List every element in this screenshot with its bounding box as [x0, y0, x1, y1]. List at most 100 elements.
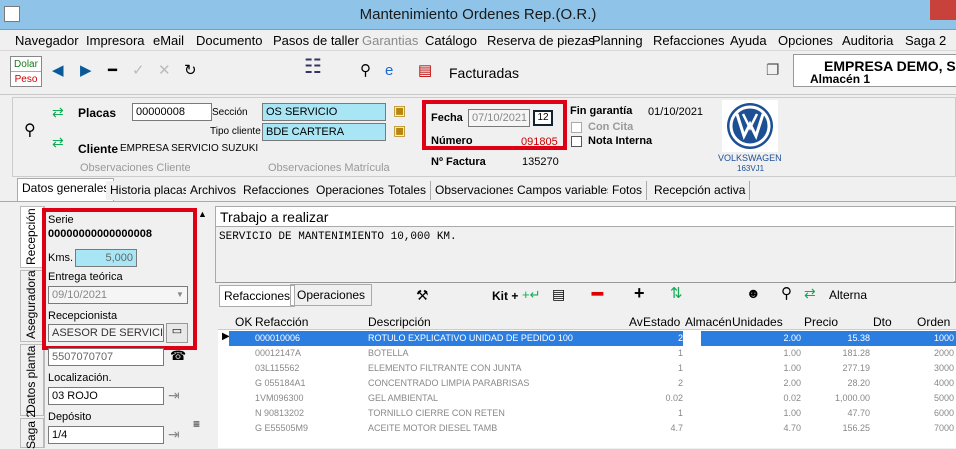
- col-estado[interactable]: Estado: [643, 315, 680, 329]
- currency-switch[interactable]: Dolar Peso: [10, 56, 42, 87]
- placas-icon[interactable]: ⇄: [52, 104, 64, 121]
- vtab-datos-planta[interactable]: Datos planta: [20, 344, 44, 416]
- vtab-aseguradora[interactable]: Aseguradora: [20, 270, 44, 342]
- phone-input[interactable]: 5507070707: [48, 348, 164, 366]
- menu-impresora[interactable]: Impresora: [86, 33, 145, 48]
- menu-ayuda[interactable]: Ayuda: [730, 33, 767, 48]
- tab-recepcion-activa[interactable]: Recepción activa: [650, 181, 751, 200]
- menu-catalogo[interactable]: Catálogo: [425, 33, 477, 48]
- menu-email[interactable]: eMail: [153, 33, 184, 48]
- col-av[interactable]: Av: [629, 315, 643, 329]
- menu-opciones[interactable]: Opciones: [778, 33, 833, 48]
- search-icon[interactable]: ⚲: [781, 284, 792, 302]
- col-descripcion[interactable]: Descripción: [368, 315, 431, 329]
- deposito-input[interactable]: 1/4: [48, 426, 164, 444]
- tipo-cliente-lookup-icon[interactable]: ▣: [393, 122, 406, 139]
- peso-option[interactable]: Peso: [11, 72, 41, 87]
- alterna-button[interactable]: Alterna: [829, 288, 867, 302]
- dolar-option[interactable]: Dolar: [11, 57, 41, 72]
- table-row[interactable]: 03L115562 ELEMENTO FILTRANTE CON JUNTA 1 1.…: [229, 361, 956, 376]
- kit-button[interactable]: Kit +: [492, 289, 518, 303]
- tab-datos-generales[interactable]: Datos generales: [17, 178, 115, 201]
- almacen-cell-editor[interactable]: [683, 331, 701, 346]
- subtab-operaciones[interactable]: Operaciones: [290, 284, 373, 306]
- tipo-cliente-input[interactable]: BDE CARTERA: [262, 123, 386, 141]
- col-unidades[interactable]: Unidades: [732, 315, 783, 329]
- phone-icon[interactable]: ☎: [170, 348, 186, 364]
- close-button[interactable]: [930, 0, 956, 20]
- subtab-refacciones[interactable]: Refacciones: [219, 285, 296, 307]
- obs-cliente-button[interactable]: Observaciones Cliente: [80, 162, 191, 174]
- tab-campos-variables[interactable]: Campos variables: [513, 181, 619, 200]
- cliente-icon[interactable]: ⇄: [52, 134, 64, 151]
- zoom-icon[interactable]: ⚲: [24, 120, 36, 140]
- table-row[interactable]: 1VM096300 GEL AMBIENTAL 0.02 0.02 1,000.00 50…: [229, 391, 956, 406]
- menu-refacciones[interactable]: Refacciones: [653, 33, 725, 48]
- table-row[interactable]: N 90813202 TORNILLO CIERRE CON RETEN 1 1.00…: [229, 406, 956, 421]
- menu-reserva-piezas[interactable]: Reserva de piezas: [487, 33, 595, 48]
- menu-auditoria[interactable]: Auditoria: [842, 33, 893, 48]
- refresh-icon[interactable]: ↻: [184, 62, 197, 80]
- menu-pasos-taller[interactable]: Pasos de taller: [273, 33, 359, 48]
- placas-input[interactable]: 00000008: [132, 103, 212, 121]
- menu-planning[interactable]: Planning: [592, 33, 643, 48]
- printer-icon[interactable]: ▤: [418, 62, 432, 80]
- col-orden[interactable]: Orden: [917, 315, 950, 329]
- table-row[interactable]: G 055184A1 CONCENTRADO LIMPIA PARABRISAS 2…: [229, 376, 956, 391]
- minus-icon[interactable]: ━: [108, 62, 117, 80]
- menu-lines-icon[interactable]: ≡: [193, 417, 200, 431]
- user-icon[interactable]: ☻: [746, 285, 761, 301]
- table-row[interactable]: G E55505M9 ACEITE MOTOR DIESEL TAMB 4.7 4.7…: [229, 421, 956, 436]
- internet-icon[interactable]: e: [385, 62, 393, 80]
- calendar-button[interactable]: 12: [533, 110, 553, 126]
- binoculars-icon[interactable]: ⚲: [360, 62, 371, 80]
- kit-add-icon[interactable]: +↵: [522, 287, 540, 303]
- localizacion-lookup-icon[interactable]: ⇥: [168, 387, 180, 404]
- tab-operaciones[interactable]: Operaciones: [312, 181, 390, 200]
- menu-saga2[interactable]: Saga 2: [905, 33, 946, 48]
- vtab-saga2[interactable]: Saga 2: [20, 411, 44, 449]
- tree-icon[interactable]: ☷: [304, 57, 322, 77]
- table-row[interactable]: 000010006 ROTULO EXPLICATIVO UNIDAD DE PE…: [229, 331, 956, 346]
- localizacion-input[interactable]: 03 ROJO: [48, 387, 164, 405]
- recepcionista-input[interactable]: ASESOR DE SERVICIO: [48, 324, 164, 342]
- tab-totales[interactable]: Totales: [384, 181, 432, 200]
- tab-archivos[interactable]: Archivos: [186, 181, 242, 200]
- print-icon[interactable]: ▤: [552, 286, 565, 303]
- seccion-input[interactable]: OS SERVICIO: [262, 103, 386, 121]
- col-ok[interactable]: OK: [235, 315, 252, 329]
- obs-matricula-button[interactable]: Observaciones Matrícula: [268, 162, 390, 174]
- recepcionista-lookup-button[interactable]: ▭: [166, 323, 188, 343]
- vtab-recepcion[interactable]: Recepción: [20, 206, 44, 268]
- tab-refacciones[interactable]: Refacciones: [239, 181, 315, 200]
- alterna-icon[interactable]: ⇄: [804, 285, 816, 302]
- tab-fotos[interactable]: Fotos: [608, 181, 648, 200]
- tab-observaciones[interactable]: Observaciones: [431, 181, 521, 200]
- menu-garantias[interactable]: Garantias: [362, 33, 418, 48]
- nota-interna-checkbox[interactable]: [571, 136, 582, 147]
- col-refaccion[interactable]: Refacción: [255, 315, 308, 329]
- table-row[interactable]: 00012147A BOTELLA 1 1.00 181.28 2000: [229, 346, 956, 361]
- arrow-right-icon[interactable]: ▶: [80, 62, 92, 80]
- deposito-lookup-icon[interactable]: ⇥: [168, 426, 180, 443]
- entrega-input[interactable]: 09/10/2021: [48, 286, 188, 304]
- transfer-icon[interactable]: ⇅: [670, 284, 683, 302]
- arrow-left-icon[interactable]: ◀: [52, 62, 64, 80]
- scroll-up-icon[interactable]: ▲: [198, 209, 208, 223]
- menu-documento[interactable]: Documento: [196, 33, 262, 48]
- chevron-down-icon[interactable]: ▼: [176, 290, 184, 299]
- tools-print-icon[interactable]: ⚒: [416, 287, 429, 304]
- fecha-input[interactable]: 07/10/2021: [468, 109, 530, 127]
- col-precio[interactable]: Precio: [804, 315, 838, 329]
- copy-icon[interactable]: ❐: [766, 62, 779, 80]
- seccion-lookup-icon[interactable]: ▣: [393, 102, 406, 119]
- tab-historia-placas[interactable]: Historia placas: [106, 181, 194, 200]
- check-icon[interactable]: ✓: [132, 62, 145, 80]
- con-cita-checkbox[interactable]: [571, 122, 582, 133]
- kms-input[interactable]: 5,000: [75, 249, 137, 267]
- remove-icon[interactable]: ━: [592, 284, 603, 305]
- col-almacen[interactable]: Almacén: [685, 315, 732, 329]
- add-icon[interactable]: +: [634, 283, 645, 304]
- col-dto[interactable]: Dto: [873, 315, 892, 329]
- cancel-icon[interactable]: ✕: [158, 62, 171, 80]
